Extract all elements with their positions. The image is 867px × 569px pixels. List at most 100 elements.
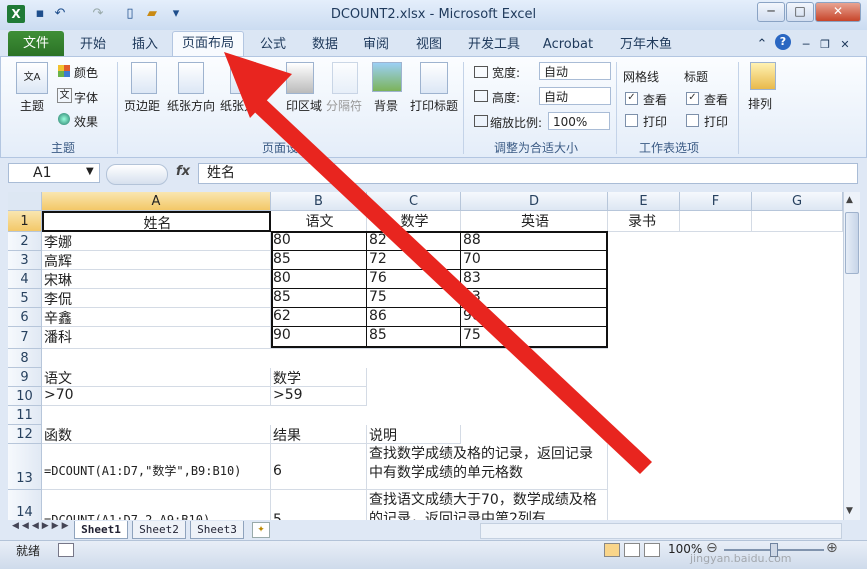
cell-a6[interactable]: 辛鑫 (42, 308, 271, 327)
horizontal-scrollbar[interactable] (480, 523, 842, 539)
tab-developer[interactable]: 开发工具 (462, 34, 526, 56)
cell-a13[interactable]: =DCOUNT(A1:D7,"数学",B9:B10) (42, 444, 271, 490)
minimize-button[interactable]: ─ (757, 2, 785, 22)
tab-insert[interactable]: 插入 (124, 34, 166, 56)
tab-view[interactable]: 视图 (410, 34, 448, 56)
cell-c13[interactable]: 查找数学成绩及格的记录，返回记录中有数学成绩的单元格数 (367, 444, 608, 490)
tab-home[interactable]: 开始 (72, 34, 114, 56)
row-header-13[interactable]: 13 (8, 444, 42, 490)
tab-file[interactable]: 文件 (8, 31, 64, 56)
background-button[interactable]: 背景 (374, 97, 398, 114)
tab-review[interactable]: 审阅 (357, 34, 395, 56)
fonts-button[interactable]: 字体 (74, 89, 98, 106)
cell-b14[interactable]: 5 (271, 490, 367, 520)
worksheet-grid[interactable]: A B C D E F G 1 2 3 4 5 6 7 8 9 10 11 12… (8, 192, 843, 520)
zoom-in-icon[interactable]: ⊕ (826, 540, 838, 556)
breaks-button[interactable]: 分隔符 (326, 97, 362, 114)
row-header-7[interactable]: 7 (8, 327, 42, 349)
scroll-up-icon[interactable]: ▲ (846, 195, 853, 205)
row-header-4[interactable]: 4 (8, 270, 42, 289)
print-area-icon[interactable] (286, 62, 314, 94)
row-header-14[interactable]: 14 (8, 490, 42, 520)
row-header-10[interactable]: 10 (8, 387, 42, 406)
sheet-tab-sheet3[interactable]: Sheet3 (190, 521, 244, 539)
orientation-button[interactable]: 纸张方向 (167, 97, 215, 114)
breaks-icon[interactable] (332, 62, 358, 94)
cell-c1[interactable]: 数学 (367, 211, 461, 232)
row-header-1[interactable]: 1 (8, 211, 42, 232)
effects-button[interactable]: 效果 (74, 113, 98, 130)
sheet-nav-icons[interactable]: ◀◀◀▶▶▶ (12, 521, 72, 531)
margins-icon[interactable] (131, 62, 157, 94)
column-header-c[interactable]: C (367, 192, 461, 211)
headings-view-checkbox[interactable]: ✓ (686, 92, 699, 105)
print-titles-button[interactable]: 打印标题 (410, 97, 458, 114)
column-header-d[interactable]: D (461, 192, 608, 211)
scroll-down-icon[interactable]: ▼ (846, 506, 853, 516)
tab-formulas[interactable]: 公式 (254, 34, 292, 56)
cell-b12[interactable]: 结果 (271, 425, 367, 444)
cell-c12[interactable]: 说明 (367, 425, 461, 444)
gridlines-view-checkbox[interactable]: ✓ (625, 92, 638, 105)
cell-g1[interactable] (752, 211, 843, 232)
tab-wannianmuyu[interactable]: 万年木鱼 (614, 34, 678, 56)
cell-f1[interactable] (680, 211, 752, 232)
theme-icon[interactable]: 文A (16, 62, 48, 94)
column-header-e[interactable]: E (608, 192, 680, 211)
row-header-11[interactable]: 11 (8, 406, 42, 425)
width-select[interactable]: 自动 (539, 62, 611, 80)
formula-input[interactable]: 姓名 (198, 163, 858, 184)
cell-a9[interactable]: 语文 (42, 368, 271, 387)
scale-spinner[interactable]: 100% (548, 112, 610, 130)
sheet-tab-sheet2[interactable]: Sheet2 (132, 521, 186, 539)
row-header-2[interactable]: 2 (8, 232, 42, 251)
tab-page-layout[interactable]: 页面布局 (172, 31, 244, 56)
gridlines-print-checkbox[interactable] (625, 114, 638, 127)
orientation-icon[interactable] (178, 62, 204, 94)
page-layout-view-icon[interactable] (624, 543, 640, 557)
maximize-button[interactable]: □ (786, 2, 814, 22)
themes-button[interactable]: 主题 (14, 97, 50, 114)
colors-button[interactable]: 颜色 (74, 64, 98, 81)
formula-bar-splitter[interactable] (106, 164, 168, 185)
insert-sheet-icon[interactable]: ✦ (252, 522, 270, 538)
cell-e1[interactable]: 录书 (608, 211, 680, 232)
row-header-12[interactable]: 12 (8, 425, 42, 444)
normal-view-icon[interactable] (604, 543, 620, 557)
column-header-f[interactable]: F (680, 192, 752, 211)
help-icon[interactable]: ? (775, 34, 791, 50)
insert-function-button[interactable]: fx (176, 164, 190, 179)
print-area-button[interactable]: 印区域 (286, 97, 322, 114)
row-header-8[interactable]: 8 (8, 349, 42, 368)
cell-c14[interactable]: 查找语文成绩大于70，数学成绩及格的记录，返回记录中第2列有 (367, 490, 608, 520)
workbook-restore-icon[interactable]: ❐ (818, 34, 832, 56)
height-select[interactable]: 自动 (539, 87, 611, 105)
page-break-view-icon[interactable] (644, 543, 660, 557)
cell-b13[interactable]: 6 (271, 444, 367, 490)
row-header-5[interactable]: 5 (8, 289, 42, 308)
column-header-a[interactable]: A (42, 192, 271, 211)
cell-d1[interactable]: 英语 (461, 211, 608, 232)
size-button[interactable]: 纸张大 (220, 97, 256, 114)
tab-acrobat[interactable]: Acrobat (538, 34, 598, 56)
print-titles-icon[interactable] (420, 62, 448, 94)
row-header-6[interactable]: 6 (8, 308, 42, 327)
margins-button[interactable]: 页边距 (124, 97, 160, 114)
cell-a7[interactable]: 潘科 (42, 327, 271, 349)
cell-a3[interactable]: 高辉 (42, 251, 271, 270)
row-header-9[interactable]: 9 (8, 368, 42, 387)
column-header-b[interactable]: B (271, 192, 367, 211)
workbook-close-icon[interactable]: ✕ (838, 34, 852, 56)
cell-a5[interactable]: 李侃 (42, 289, 271, 308)
name-box-dropdown-icon[interactable]: ▼ (86, 166, 94, 177)
macro-record-icon[interactable] (58, 543, 74, 557)
workbook-minimize-icon[interactable]: ─ (799, 34, 813, 56)
cell-a1[interactable]: 姓名 (42, 211, 271, 232)
scroll-thumb[interactable] (845, 212, 859, 274)
close-button[interactable]: ✕ (815, 2, 861, 22)
cell-a4[interactable]: 宋琳 (42, 270, 271, 289)
tab-data[interactable]: 数据 (306, 34, 344, 56)
cell-a14[interactable]: =DCOUNT(A1:D7,2,A9:B10) (42, 490, 271, 520)
size-icon[interactable] (230, 62, 256, 94)
arrange-button[interactable]: 排列 (748, 95, 772, 112)
